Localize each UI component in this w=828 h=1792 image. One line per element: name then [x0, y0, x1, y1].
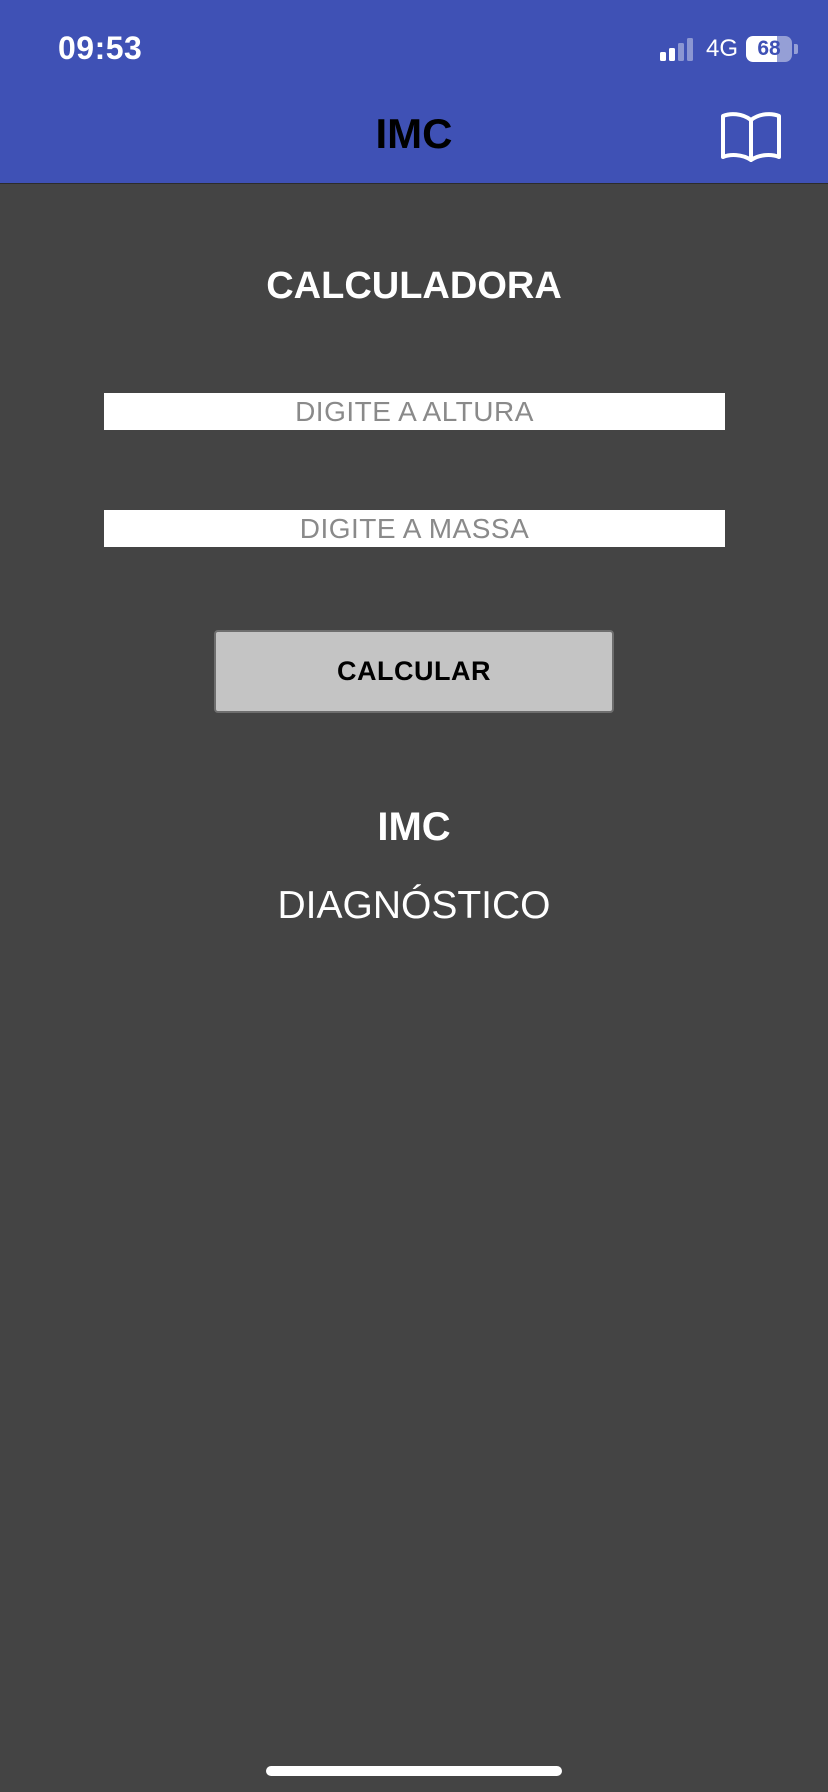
calculator-title: CALCULADORA	[266, 265, 562, 307]
battery-level: 68	[757, 37, 781, 60]
status-time: 09:53	[58, 30, 143, 66]
mass-input[interactable]	[104, 510, 725, 547]
imc-result-label: IMC	[377, 805, 451, 849]
network-type: 4G	[705, 35, 738, 62]
book-icon[interactable]	[720, 110, 782, 162]
status-indicators: 4G 68	[659, 34, 798, 64]
calculate-button[interactable]: CALCULAR	[214, 630, 614, 713]
battery-icon: 68	[746, 36, 792, 62]
battery-tip	[794, 44, 798, 54]
diagnosis-label: DIAGNÓSTICO	[277, 884, 551, 927]
height-input[interactable]	[104, 393, 725, 430]
signal-icon	[659, 37, 696, 61]
page-title: IMC	[375, 110, 453, 157]
app-header: 09:53 4G 68 IMC	[0, 0, 828, 184]
home-indicator[interactable]	[266, 1766, 562, 1776]
